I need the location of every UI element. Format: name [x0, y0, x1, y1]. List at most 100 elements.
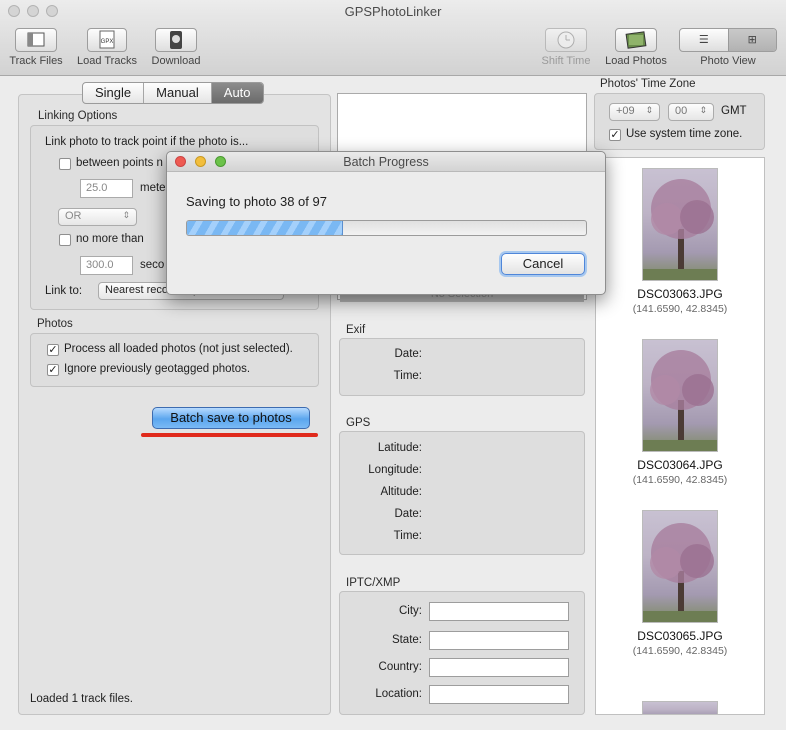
batch-save-button[interactable]: Batch save to photos — [152, 407, 310, 429]
linking-intro-text: Link photo to track point if the photo i… — [45, 136, 249, 148]
seconds-field[interactable]: 300.0 — [80, 256, 133, 275]
dialog-zoom-button[interactable] — [215, 156, 226, 167]
shift-time-label: Shift Time — [541, 55, 591, 67]
linking-options-title: Linking Options — [38, 110, 118, 122]
load-photos-toolbar-item[interactable]: Load Photos — [601, 28, 671, 67]
status-text: Loaded 1 track files. — [30, 693, 133, 705]
gps-title: GPS — [346, 417, 371, 429]
progress-message: Saving to photo 38 of 97 — [186, 194, 327, 209]
photo-coordinates: (141.6590, 42.8345) — [632, 303, 728, 315]
link-to-label: Link to: — [45, 285, 83, 297]
grid-view-icon[interactable]: ⊞ — [728, 29, 776, 51]
window-title: GPSPhotoLinker — [344, 4, 442, 19]
seconds-unit-label: seco — [140, 259, 165, 271]
ignore-geotagged-label: Ignore previously geotagged photos. — [64, 363, 251, 375]
tab-manual[interactable]: Manual — [144, 83, 212, 103]
or-popup-value: OR — [65, 210, 82, 222]
download-label: Download — [151, 55, 201, 67]
clock-icon — [545, 28, 587, 52]
dialog-minimize-button[interactable] — [195, 156, 206, 167]
stepper-arrows-icon: ⇕ — [645, 105, 653, 115]
between-points-label: between points n — [76, 157, 163, 169]
mode-segmented-control[interactable]: Single Manual Auto — [82, 82, 264, 104]
country-label: Country: — [378, 661, 422, 673]
photos-options-group — [30, 333, 319, 387]
location-field[interactable] — [429, 685, 569, 704]
photo-list[interactable]: DSC03063.JPG (141.6590, 42.8345) DSC0306… — [595, 157, 765, 715]
timezone-group — [594, 93, 765, 150]
city-label: City: — [399, 605, 422, 617]
download-toolbar-item[interactable]: Download — [147, 28, 205, 67]
timezone-minutes-value: 00 — [675, 105, 688, 117]
view-toggle[interactable]: ☰ ⊞ — [679, 28, 777, 52]
timezone-hours-stepper[interactable]: +09 ⇕ — [609, 103, 660, 121]
photo-coordinates: (141.6590, 42.8345) — [632, 645, 728, 657]
gpx-file-icon: GPX — [87, 28, 127, 52]
state-field[interactable] — [429, 631, 569, 650]
altitude-label: Altitude: — [380, 486, 422, 498]
photo-thumbnail[interactable] — [642, 168, 718, 281]
window-titlebar: GPSPhotoLinker Track Files GPX Load Trac… — [0, 0, 786, 76]
load-tracks-label: Load Tracks — [77, 55, 137, 67]
tab-auto[interactable]: Auto — [211, 83, 263, 103]
timezone-hours-value: +09 — [616, 105, 635, 117]
gps-device-icon — [155, 28, 197, 52]
exif-group — [339, 338, 585, 396]
photo-filename: DSC03065.JPG — [637, 629, 723, 643]
track-files-icon — [15, 28, 57, 52]
process-all-label: Process all loaded photos (not just sele… — [64, 343, 293, 355]
popup-arrows-icon: ⇕ — [122, 210, 130, 220]
dialog-title: Batch Progress — [343, 155, 429, 169]
photo-view-toolbar-item[interactable]: ☰ ⊞ Photo View — [679, 28, 777, 67]
gmt-label: GMT — [721, 105, 747, 117]
no-more-than-label: no more than — [76, 233, 144, 245]
stepper-arrows-icon: ⇕ — [699, 105, 707, 115]
ignore-geotagged-checkbox[interactable]: ✓ — [47, 364, 59, 376]
timezone-title: Photos' Time Zone — [600, 78, 696, 90]
between-points-checkbox[interactable] — [59, 158, 71, 170]
exif-date-label: Date: — [394, 348, 423, 360]
state-label: State: — [391, 634, 422, 646]
iptc-title: IPTC/XMP — [346, 577, 401, 589]
process-all-checkbox[interactable]: ✓ — [47, 344, 59, 356]
photo-view-label: Photo View — [700, 55, 756, 67]
track-files-label: Track Files — [9, 55, 63, 67]
batch-progress-dialog: Batch Progress Saving to photo 38 of 97 … — [166, 151, 606, 295]
photo-thumbnail-partial[interactable] — [642, 701, 718, 714]
shift-time-toolbar-item[interactable]: Shift Time — [536, 28, 596, 67]
red-highlight-underline — [141, 433, 318, 437]
exif-time-label: Time: — [393, 370, 422, 382]
longitude-label: Longitude: — [368, 464, 422, 476]
track-files-toolbar-item[interactable]: Track Files — [6, 28, 66, 67]
meters-field[interactable]: 25.0 — [80, 179, 133, 198]
gps-date-label: Date: — [394, 508, 423, 520]
photo-filename: DSC03064.JPG — [637, 458, 723, 472]
photo-thumbnail[interactable] — [642, 339, 718, 452]
photos-icon — [615, 28, 657, 52]
meters-unit-label: mete — [140, 182, 166, 194]
no-more-than-checkbox[interactable] — [59, 234, 71, 246]
photo-coordinates: (141.6590, 42.8345) — [632, 474, 728, 486]
latitude-label: Latitude: — [377, 442, 422, 454]
progress-bar-fill — [187, 221, 344, 235]
location-label: Location: — [375, 688, 422, 700]
city-field[interactable] — [429, 602, 569, 621]
dialog-close-button[interactable] — [175, 156, 186, 167]
cancel-button[interactable]: Cancel — [501, 253, 585, 275]
gps-time-label: Time: — [393, 530, 422, 542]
dialog-titlebar: Batch Progress — [167, 152, 605, 172]
photo-thumbnail[interactable] — [642, 510, 718, 623]
exif-title: Exif — [346, 324, 366, 336]
load-photos-label: Load Photos — [605, 55, 667, 67]
or-popup[interactable]: OR ⇕ — [58, 208, 137, 226]
timezone-minutes-stepper[interactable]: 00 ⇕ — [668, 103, 714, 121]
country-field[interactable] — [429, 658, 569, 677]
photos-options-title: Photos — [37, 318, 73, 330]
tab-single[interactable]: Single — [83, 83, 145, 103]
list-view-icon[interactable]: ☰ — [680, 29, 729, 51]
progress-bar — [186, 220, 587, 236]
use-system-timezone-checkbox[interactable]: ✓ — [609, 129, 621, 141]
gpx-icon-label: GPX — [101, 39, 114, 45]
load-tracks-toolbar-item[interactable]: GPX Load Tracks — [72, 28, 142, 67]
photo-filename: DSC03063.JPG — [637, 287, 723, 301]
